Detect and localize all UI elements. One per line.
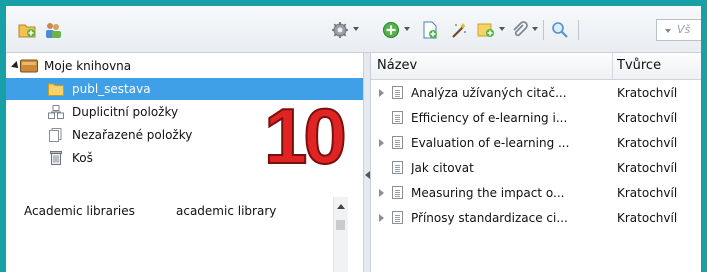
table-row[interactable]: Analýza užívaných citač... Kratochvíl (371, 81, 701, 105)
magic-wand-icon[interactable] (450, 21, 468, 39)
toolbar-separator (578, 20, 579, 40)
tag-selector: Academic libraries academic library (6, 191, 363, 272)
new-collection-icon[interactable] (18, 21, 36, 39)
duplicate-items-icon (48, 105, 64, 119)
new-document-icon[interactable] (421, 21, 439, 39)
document-icon (392, 86, 403, 99)
new-note-caret-icon[interactable] (499, 27, 505, 31)
expand-arrow-icon[interactable] (379, 189, 384, 197)
item-title: Efficiency of e-learning i... (411, 111, 568, 125)
document-icon (392, 186, 403, 199)
item-creator: Kratochvíl (617, 161, 678, 175)
gear-icon[interactable] (331, 21, 349, 39)
document-icon (392, 136, 403, 149)
toolbar-separator (543, 20, 544, 40)
expand-arrow-icon[interactable] (379, 89, 384, 97)
scroll-thumb[interactable] (336, 220, 345, 230)
expand-arrow-icon[interactable] (379, 139, 384, 147)
unfiled-items-icon (49, 128, 62, 142)
item-title: Jak citovat (411, 161, 474, 175)
table-row[interactable]: Evaluation of e-learning ... Kratochvíl (371, 131, 701, 155)
tree-item-label: Koš (72, 151, 93, 165)
document-icon (392, 161, 403, 174)
collapse-left-pane-icon[interactable] (365, 171, 370, 179)
tree-item-my-library[interactable]: Moje knihovna (6, 55, 363, 77)
step-number-overlay: 10 (263, 92, 348, 180)
search-placeholder: Vš (677, 23, 691, 36)
item-creator: Kratochvíl (617, 111, 678, 125)
folder-icon (48, 83, 64, 96)
tree-item-label: Nezařazené položky (72, 128, 193, 142)
items-column-header: Název Tvůrce (371, 53, 701, 80)
item-title: Přínosy standardizace ci... (411, 211, 568, 225)
column-header-title[interactable]: Název (377, 58, 417, 73)
trash-icon (50, 151, 62, 165)
document-icon (392, 111, 403, 124)
search-icon[interactable] (551, 21, 569, 39)
search-input[interactable]: Vš (656, 19, 701, 41)
tree-item-label: publ_sestava (72, 82, 151, 96)
tag-item[interactable]: Academic libraries (24, 204, 135, 218)
scroll-up-icon[interactable] (337, 204, 345, 209)
item-title: Analýza užívaných citač... (411, 86, 567, 100)
tree-item-label: Duplicitní položky (72, 105, 179, 119)
attachment-caret-icon[interactable] (532, 27, 538, 31)
table-row[interactable]: Přínosy standardizace ci... Kratochvíl (371, 206, 701, 230)
tree-item-label: Moje knihovna (44, 59, 132, 73)
new-item-caret-icon[interactable] (404, 27, 410, 31)
item-creator: Kratochvíl (617, 136, 678, 150)
table-row[interactable]: Efficiency of e-learning i... Kratochvíl (371, 106, 701, 130)
items-pane: Název Tvůrce Analýza užívaných citač... … (371, 53, 701, 272)
item-title: Measuring the impact o... (411, 186, 565, 200)
document-icon (392, 211, 403, 224)
column-separator[interactable] (612, 53, 613, 79)
table-row[interactable]: Jak citovat Kratochvíl (371, 156, 701, 180)
table-row[interactable]: Measuring the impact o... Kratochvíl (371, 181, 701, 205)
search-mode-caret-icon[interactable] (665, 29, 671, 33)
new-group-icon[interactable] (44, 21, 62, 39)
column-header-creator[interactable]: Tvůrce (617, 58, 661, 73)
new-note-icon[interactable] (477, 21, 495, 39)
tag-scrollbar[interactable] (333, 197, 348, 272)
item-creator: Kratochvíl (617, 211, 678, 225)
item-creator: Kratochvíl (617, 86, 678, 100)
paperclip-icon[interactable] (511, 21, 529, 39)
tag-item[interactable]: academic library (176, 204, 276, 218)
gear-menu-caret-icon[interactable] (353, 27, 359, 31)
toolbar: Vš (6, 6, 701, 53)
expand-arrow-icon[interactable] (379, 214, 384, 222)
new-item-icon[interactable] (382, 21, 400, 39)
item-title: Evaluation of e-learning ... (411, 136, 570, 150)
item-creator: Kratochvíl (617, 186, 678, 200)
app-window: Vš Moje knihovna publ_sestava Duplicitní… (6, 6, 701, 272)
library-icon (20, 59, 38, 73)
vertical-splitter[interactable] (363, 53, 371, 272)
